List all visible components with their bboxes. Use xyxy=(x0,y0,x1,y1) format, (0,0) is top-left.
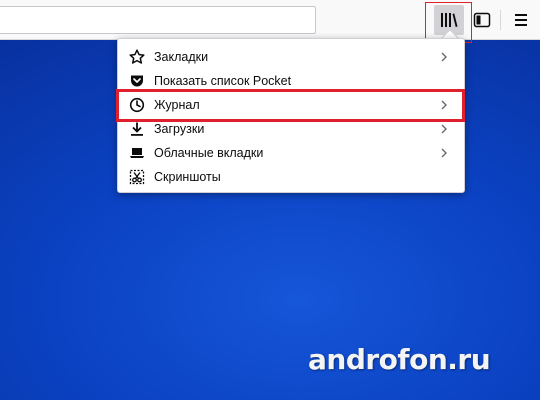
menu-item-label: Скриншоты xyxy=(154,170,221,184)
toolbar-separator xyxy=(500,10,501,30)
browser-toolbar xyxy=(0,0,540,40)
menu-item-pocket[interactable]: Показать список Pocket xyxy=(118,69,464,93)
chevron-right-icon xyxy=(436,49,452,65)
menu-item-label: Показать список Pocket xyxy=(154,74,292,88)
menu-item-label: Загрузки xyxy=(154,122,205,136)
menu-item-label: Журнал xyxy=(154,98,200,112)
chevron-right-icon xyxy=(436,145,452,161)
menu-item-label: Закладки xyxy=(154,50,209,64)
library-menu: Закладки Показать список Pocket Журнал З… xyxy=(117,38,465,193)
menu-item-history[interactable]: Журнал xyxy=(118,93,464,117)
menu-button[interactable] xyxy=(506,5,536,35)
synced-tabs-icon xyxy=(128,144,146,162)
hamburger-menu-icon xyxy=(515,14,527,26)
pocket-icon xyxy=(128,72,146,90)
menu-item-bookmarks[interactable]: Закладки xyxy=(118,45,464,69)
watermark: androfon.ru xyxy=(308,343,491,376)
menu-item-synced-tabs[interactable]: Облачные вкладки xyxy=(118,141,464,165)
download-icon xyxy=(128,120,146,138)
chevron-right-icon xyxy=(436,97,452,113)
sidebar-button[interactable] xyxy=(467,5,497,35)
star-icon xyxy=(128,48,146,66)
library-icon xyxy=(441,13,458,27)
menu-item-downloads[interactable]: Загрузки xyxy=(118,117,464,141)
menu-item-screenshots[interactable]: Скриншоты xyxy=(118,165,464,189)
clock-icon xyxy=(128,96,146,114)
screenshot-icon xyxy=(128,168,146,186)
menu-item-label: Облачные вкладки xyxy=(154,146,264,160)
url-field[interactable] xyxy=(0,6,316,34)
chevron-right-icon xyxy=(436,121,452,137)
sidebar-icon xyxy=(473,12,491,28)
